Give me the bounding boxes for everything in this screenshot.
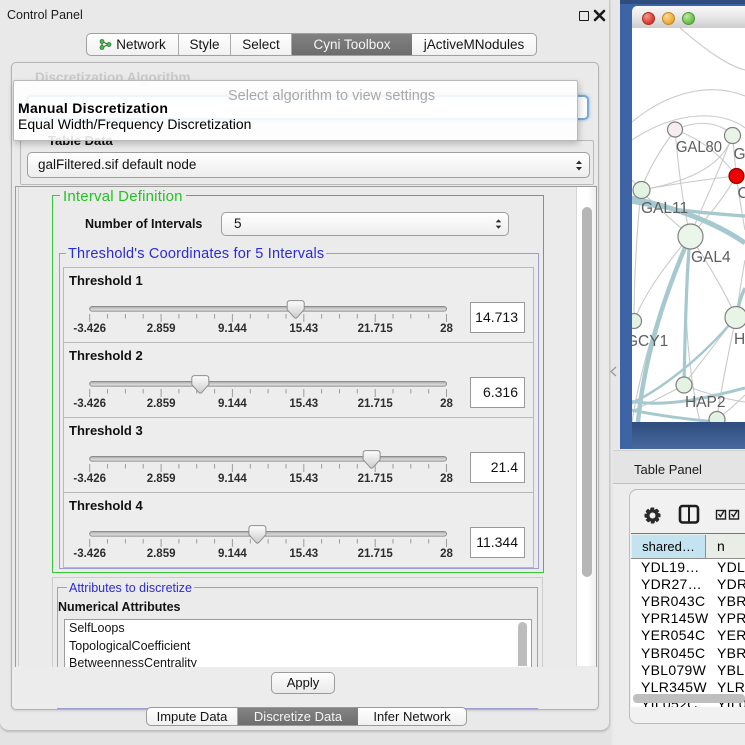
svg-text:-3.426: -3.426	[73, 548, 106, 560]
svg-text:GAL11: GAL11	[641, 200, 688, 217]
svg-text:-3.426: -3.426	[73, 398, 106, 410]
svg-text:H: H	[734, 331, 745, 348]
svg-text:9.144: 9.144	[218, 473, 247, 485]
svg-text:28: 28	[440, 473, 453, 485]
svg-text:C: C	[738, 185, 745, 202]
svg-text:21.715: 21.715	[358, 548, 394, 560]
svg-text:21.715: 21.715	[358, 323, 394, 335]
svg-text:21.715: 21.715	[358, 473, 394, 485]
svg-text:2.859: 2.859	[147, 323, 176, 335]
svg-text:2.859: 2.859	[147, 398, 176, 410]
svg-text:2.859: 2.859	[147, 548, 176, 560]
svg-text:28: 28	[440, 548, 453, 560]
svg-text:28: 28	[440, 323, 453, 335]
svg-text:15.43: 15.43	[289, 323, 318, 335]
svg-text:15.43: 15.43	[289, 398, 318, 410]
svg-text:15.43: 15.43	[289, 473, 318, 485]
svg-text:9.144: 9.144	[218, 323, 247, 335]
svg-text:HAP2: HAP2	[685, 394, 726, 411]
svg-text:9.144: 9.144	[218, 548, 247, 560]
svg-text:21.715: 21.715	[358, 398, 394, 410]
svg-text:15.43: 15.43	[289, 548, 318, 560]
svg-text:28: 28	[440, 398, 453, 410]
svg-text:GCY1: GCY1	[632, 333, 668, 350]
svg-text:2.859: 2.859	[147, 473, 176, 485]
svg-text:GAL4: GAL4	[691, 249, 731, 266]
svg-text:-3.426: -3.426	[73, 473, 106, 485]
svg-text:GA: GA	[734, 146, 745, 163]
svg-text:-3.426: -3.426	[73, 323, 106, 335]
svg-text:GAL80: GAL80	[676, 139, 722, 156]
svg-text:9.144: 9.144	[218, 398, 247, 410]
